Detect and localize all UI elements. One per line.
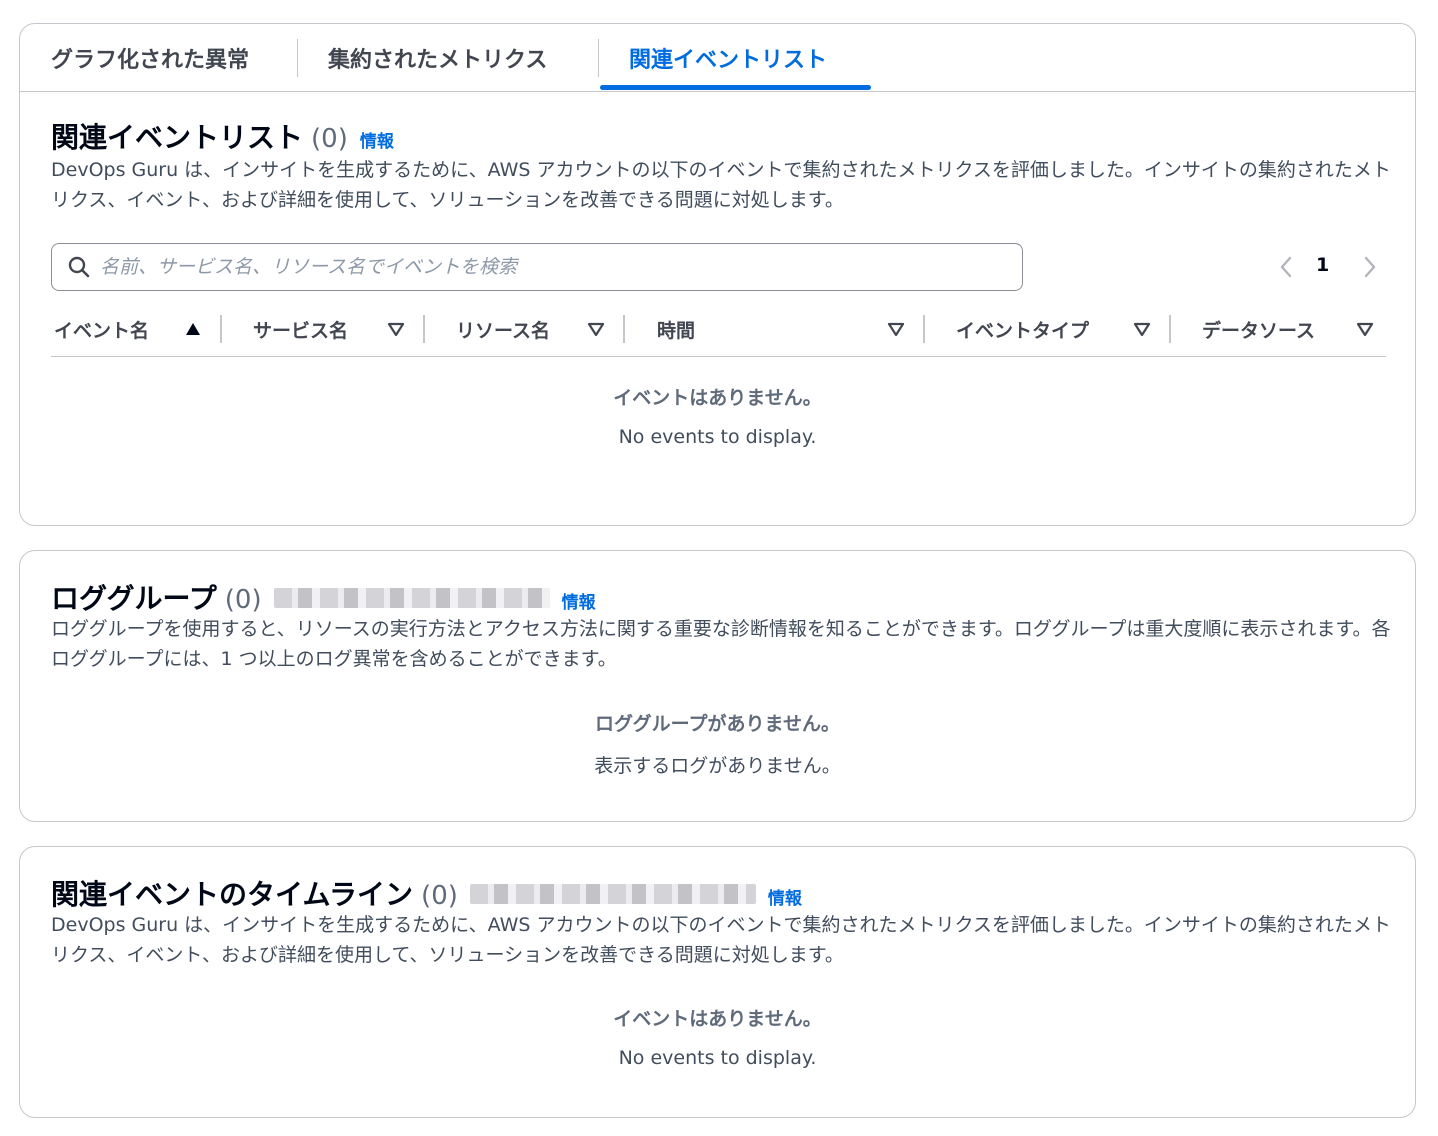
column-header-resource-name[interactable]: リソース名: [456, 316, 550, 342]
event-search-box[interactable]: [51, 243, 1023, 291]
chevron-right-icon: [1364, 256, 1376, 278]
section-description: DevOps Guru は、インサイトを生成するために、AWS アカウントの以下…: [51, 914, 1391, 966]
section-count: (0): [311, 124, 348, 154]
related-events-card: グラフ化された異常 集約されたメトリクス 関連イベントリスト 関連イベントリスト…: [19, 23, 1416, 526]
info-link[interactable]: 情報: [360, 127, 394, 152]
page-number[interactable]: 1: [1316, 254, 1329, 276]
section-count: (0): [421, 881, 458, 911]
tab-divider: [297, 39, 298, 77]
active-tab-indicator: [600, 85, 871, 90]
tab-aggregated-metrics[interactable]: 集約されたメトリクス: [328, 24, 547, 92]
events-section-header: 関連イベントリスト (0) 情報: [51, 116, 394, 156]
logs-section-header: ロググループ (0) 情報: [51, 577, 596, 617]
tab-divider: [598, 39, 599, 77]
column-resizer[interactable]: [423, 315, 425, 343]
column-header-event-type[interactable]: イベントタイプ: [956, 316, 1089, 342]
section-description: ロググループを使用すると、リソースの実行方法とアクセス方法に関する重要な診断情報…: [51, 618, 1391, 670]
events-timeline-card: 関連イベントのタイムライン (0) 情報 DevOps Guru は、インサイト…: [19, 846, 1416, 1118]
sort-caret-down-icon[interactable]: [587, 321, 605, 337]
empty-state-message: No events to display.: [618, 426, 817, 448]
section-count: (0): [224, 585, 262, 615]
empty-state-title: イベントはありません。: [613, 387, 822, 409]
column-resizer[interactable]: [220, 315, 222, 343]
sort-caret-down-icon[interactable]: [887, 321, 905, 337]
redacted-resource-name: [273, 588, 550, 608]
column-header-data-source[interactable]: データソース: [1202, 316, 1315, 342]
tab-related-events[interactable]: 関連イベントリスト: [629, 24, 827, 92]
empty-state-message: 表示するログがありません。: [594, 755, 841, 777]
tab-bar: グラフ化された異常 集約されたメトリクス 関連イベントリスト: [20, 24, 1415, 92]
column-header-service-name[interactable]: サービス名: [253, 316, 348, 342]
column-resizer[interactable]: [1169, 315, 1171, 343]
sort-caret-down-icon[interactable]: [387, 321, 405, 337]
empty-state-title: ロググループがありません。: [595, 713, 840, 735]
chevron-left-icon: [1280, 256, 1292, 278]
sort-caret-down-icon[interactable]: [1356, 321, 1374, 337]
section-title: ロググループ: [51, 582, 217, 615]
info-link[interactable]: 情報: [562, 588, 596, 613]
section-description: DevOps Guru は、インサイトを生成するために、AWS アカウントの以下…: [51, 159, 1391, 211]
sort-caret-down-icon[interactable]: [1133, 321, 1151, 337]
log-groups-card: ロググループ (0) 情報 ロググループを使用すると、リソースの実行方法とアクセ…: [19, 550, 1416, 822]
column-resizer[interactable]: [623, 315, 625, 343]
timeline-section-header: 関連イベントのタイムライン (0) 情報: [51, 873, 802, 913]
column-header-event-name[interactable]: イベント名: [54, 316, 149, 342]
prev-page-button[interactable]: [1278, 254, 1294, 280]
sort-ascending-icon[interactable]: [184, 321, 202, 337]
section-title: 関連イベントのタイムライン: [51, 878, 414, 911]
tab-graphed-anomalies[interactable]: グラフ化された異常: [51, 24, 249, 92]
empty-state-title: イベントはありません。: [613, 1008, 822, 1030]
empty-state-message: No events to display.: [618, 1047, 817, 1069]
table-header-divider: [51, 356, 1386, 357]
redacted-resource-name: [469, 884, 756, 904]
column-resizer[interactable]: [923, 315, 925, 343]
section-title: 関連イベントリスト: [51, 121, 304, 154]
column-header-time[interactable]: 時間: [657, 316, 695, 342]
search-input[interactable]: [100, 256, 980, 278]
info-link[interactable]: 情報: [768, 884, 802, 909]
search-icon: [68, 256, 90, 278]
next-page-button[interactable]: [1362, 254, 1378, 280]
